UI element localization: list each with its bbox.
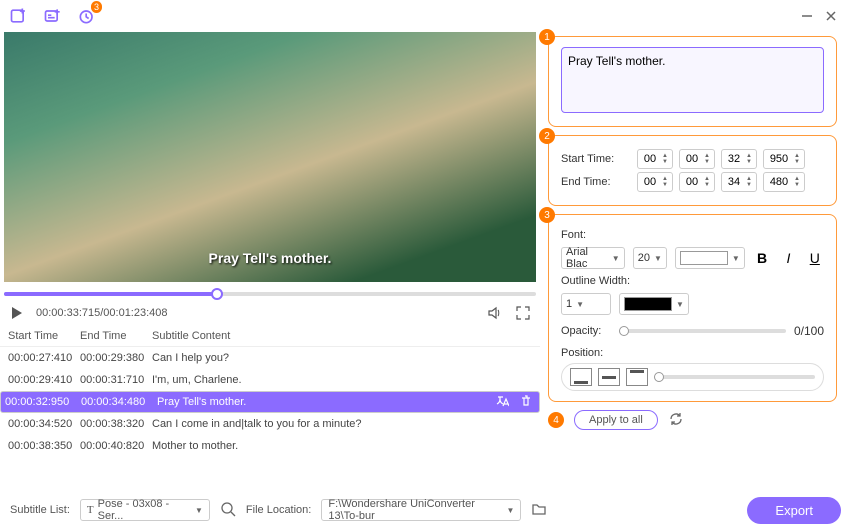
font-family-select[interactable]: Arial Blac▼ [561, 247, 625, 269]
bold-button[interactable]: B [753, 248, 771, 268]
apply-to-all-button[interactable]: Apply to all [574, 410, 658, 430]
add-media-icon[interactable] [8, 5, 30, 27]
font-size-select[interactable]: 20▼ [633, 247, 667, 269]
opacity-slider[interactable] [619, 329, 786, 333]
subtitle-list-label: Subtitle List: [10, 504, 70, 516]
table-row[interactable]: 00:00:27:41000:00:29:380Can I help you? [0, 347, 540, 369]
subtitle-text-input[interactable] [561, 47, 824, 113]
end-sec-spinner[interactable]: ▲▼ [721, 172, 757, 192]
font-label: Font: [561, 229, 824, 241]
minimize-button[interactable] [795, 4, 819, 28]
file-location-input[interactable]: F:\Wondershare UniConverter 13\To-bur▼ [321, 499, 521, 521]
export-button[interactable]: Export [747, 497, 841, 524]
start-sec-spinner[interactable]: ▲▼ [721, 149, 757, 169]
position-middle-button[interactable] [598, 368, 620, 386]
search-icon[interactable] [220, 501, 236, 520]
subtitle-list-select[interactable]: TPose - 03x08 - Ser...▼ [80, 499, 210, 521]
badge-count: 3 [91, 1, 102, 13]
bottom-bar: Subtitle List: TPose - 03x08 - Ser...▼ F… [0, 492, 851, 528]
step-2-badge: 2 [539, 128, 555, 144]
play-button[interactable] [8, 304, 26, 322]
subtitle-table: 00:00:27:41000:00:29:380Can I help you?0… [0, 347, 540, 479]
underline-button[interactable]: U [806, 248, 824, 268]
position-bottom-button[interactable] [570, 368, 592, 386]
subtitle-table-header: Start Time End Time Subtitle Content [0, 326, 540, 347]
header-start: Start Time [8, 330, 80, 342]
timeline-slider[interactable] [4, 288, 536, 300]
table-row[interactable]: 00:00:38:35000:00:40:820Mother to mother… [0, 435, 540, 457]
table-row[interactable]: 00:00:34:52000:00:38:320Can I come in an… [0, 413, 540, 435]
position-label: Position: [561, 347, 824, 359]
end-hour-spinner[interactable]: ▲▼ [637, 172, 673, 192]
video-preview[interactable]: Pray Tell's mother. [4, 32, 536, 282]
header-content: Subtitle Content [152, 330, 532, 342]
time-group: 2 Start Time: ▲▼ ▲▼ ▲▼ ▲▼ End Time: ▲▼ ▲… [548, 135, 837, 206]
header-end: End Time [80, 330, 152, 342]
step-1-badge: 1 [539, 29, 555, 45]
start-hour-spinner[interactable]: ▲▼ [637, 149, 673, 169]
step-4-badge: 4 [548, 412, 564, 428]
outline-color-select[interactable]: ▼ [619, 293, 689, 315]
end-min-spinner[interactable]: ▲▼ [679, 172, 715, 192]
start-min-spinner[interactable]: ▲▼ [679, 149, 715, 169]
close-button[interactable] [819, 4, 843, 28]
outline-label: Outline Width: [561, 275, 824, 287]
auto-generate-icon[interactable]: 3 [76, 5, 98, 27]
opacity-label: Opacity: [561, 325, 611, 337]
start-ms-spinner[interactable]: ▲▼ [763, 149, 805, 169]
translate-icon[interactable] [495, 394, 511, 410]
add-subtitle-icon[interactable] [42, 5, 64, 27]
end-ms-spinner[interactable]: ▲▼ [763, 172, 805, 192]
timecode: 00:00:33:715/00:01:23:408 [36, 307, 168, 319]
file-location-label: File Location: [246, 504, 311, 516]
text-group: 1 [548, 36, 837, 127]
opacity-value: 0/100 [794, 324, 824, 338]
preview-caption: Pray Tell's mother. [4, 250, 536, 266]
refresh-icon[interactable] [668, 411, 684, 430]
browse-folder-icon[interactable] [531, 501, 547, 520]
step-3-badge: 3 [539, 207, 555, 223]
position-slider[interactable] [654, 375, 815, 379]
outline-width-select[interactable]: 1▼ [561, 293, 611, 315]
fullscreen-icon[interactable] [514, 304, 532, 322]
table-row[interactable]: 00:00:32:95000:00:34:480Pray Tell's moth… [0, 391, 540, 413]
top-toolbar: 3 [0, 0, 851, 32]
font-color-select[interactable]: ▼ [675, 247, 745, 269]
start-time-label: Start Time: [561, 153, 631, 165]
font-group: 3 Font: Arial Blac▼ 20▼ ▼ B I U Outline … [548, 214, 837, 402]
table-row[interactable]: 00:00:29:41000:00:31:710I'm, um, Charlen… [0, 369, 540, 391]
volume-icon[interactable] [486, 304, 504, 322]
end-time-label: End Time: [561, 176, 631, 188]
delete-icon[interactable] [519, 394, 535, 410]
italic-button[interactable]: I [779, 248, 797, 268]
position-top-button[interactable] [626, 368, 648, 386]
